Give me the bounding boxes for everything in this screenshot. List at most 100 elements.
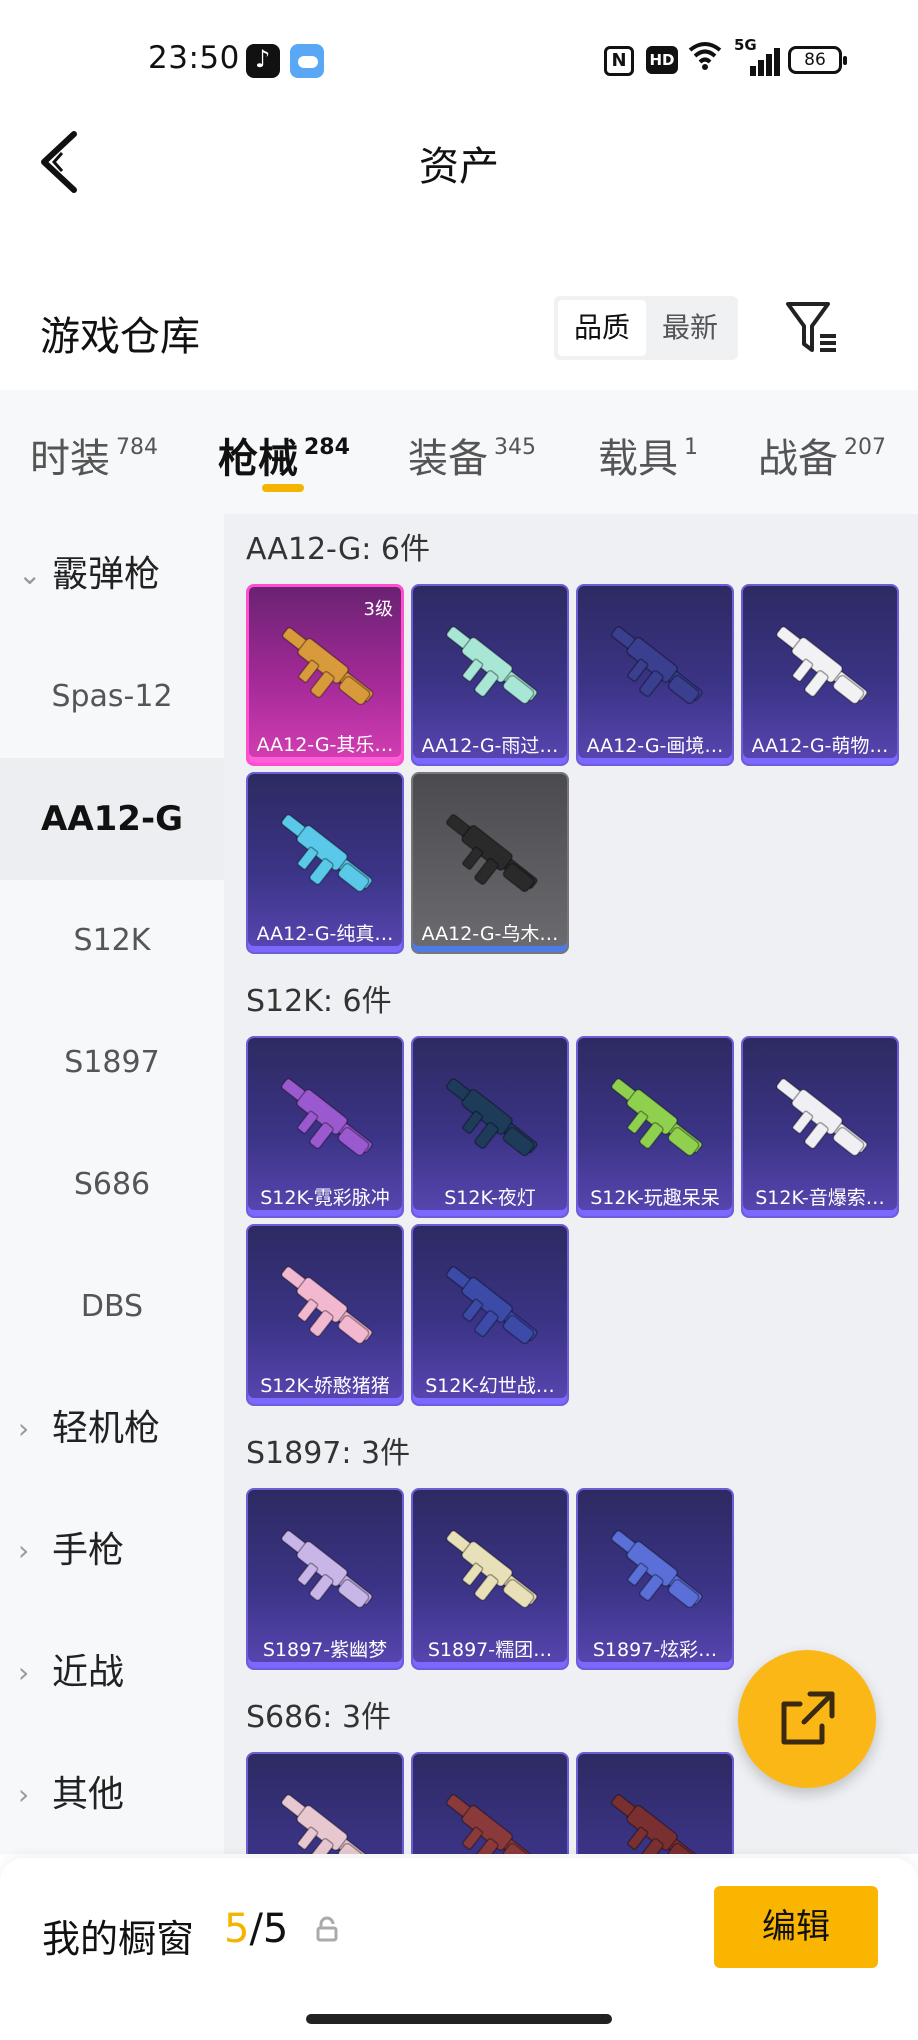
chevron-right-icon: › [18,1778,30,1811]
edit-button[interactable]: 编辑 [714,1886,878,1968]
tab-supplies[interactable]: 战备 207 [758,426,886,484]
gun-image [282,627,374,706]
sidebar-group-melee[interactable]: › 近战 [0,1612,224,1734]
status-time: 23:50 [148,40,240,76]
gun-image [281,1266,373,1345]
skin-card[interactable]: S12K-夜灯 [411,1036,569,1218]
skin-name: S1897-紫幽梦 [262,1639,388,1661]
sidebar: ⌄ 霰弹枪 Spas-12 AA12-G S12K S1897 S686 DBS … [0,514,224,1854]
sidebar-group-label: 近战 [52,1652,125,1693]
sidebar-item-spas12[interactable]: Spas-12 [0,636,224,758]
tab-fashion[interactable]: 时装 784 [30,426,158,484]
share-icon [781,1691,835,1745]
skin-name: S12K-夜灯 [444,1187,536,1209]
sort-toggle: 品质 最新 [554,296,738,360]
skin-card[interactable]: S12K-霓彩脉冲 [246,1036,404,1218]
sidebar-group-shotgun[interactable]: ⌄ 霰弹枪 [0,514,224,636]
sidebar-item-dbs[interactable]: DBS [0,1246,224,1368]
gun-image [611,1530,703,1609]
gun-image [611,1078,703,1157]
skin-name: S12K-霓彩脉冲 [260,1187,390,1209]
share-button[interactable] [738,1650,876,1788]
skin-card[interactable] [246,1752,404,1854]
tab-label: 战备 [758,436,838,482]
skin-name: AA12-G-画境… [586,735,724,757]
gun-image [281,1530,373,1609]
sidebar-group-lmg[interactable]: › 轻机枪 [0,1368,224,1490]
weather-icon [290,44,324,78]
network-type-label: 5G [734,36,757,54]
tab-vehicles[interactable]: 载具 1 [598,426,698,484]
showcase-current: 5 [224,1906,250,1952]
gun-image [446,1794,538,1854]
skin-card[interactable]: S1897-糯团… [411,1488,569,1670]
gun-image [281,1794,373,1854]
chevron-right-icon: › [18,1534,30,1567]
tab-equipment[interactable]: 装备 345 [408,426,536,484]
skin-card[interactable]: S1897-炫彩… [576,1488,734,1670]
sidebar-group-pistol[interactable]: › 手枪 [0,1490,224,1612]
home-indicator [306,2014,612,2024]
skin-name: AA12-G-其乐… [256,734,394,756]
showcase-label: 我的橱窗 [42,1917,195,1961]
gun-image [281,1078,373,1157]
tab-count: 345 [494,435,536,460]
chevron-down-icon: ⌄ [18,558,42,591]
skin-name: AA12-G-萌物… [751,735,889,757]
sort-by-quality[interactable]: 品质 [558,300,646,356]
filter-icon [786,302,836,352]
gun-image [446,1530,538,1609]
skin-card[interactable] [576,1752,734,1854]
tab-count: 1 [684,435,698,460]
gun-image [281,814,373,893]
tab-firearms[interactable]: 枪械 284 [218,426,350,484]
gun-image [446,1078,538,1157]
skin-card[interactable]: AA12-G-萌物… [741,584,899,766]
chevron-right-icon: › [18,1412,30,1445]
section-title: AA12-G: 6件 [246,532,430,567]
gun-image [776,626,868,705]
sidebar-item-s1897[interactable]: S1897 [0,1002,224,1124]
sidebar-item-aa12g[interactable]: AA12-G [0,758,224,880]
skin-card[interactable]: 3级 AA12-G-其乐… [246,584,404,766]
gun-image [446,626,538,705]
gun-image [446,814,538,893]
skin-card[interactable]: AA12-G-雨过… [411,584,569,766]
skin-name: S12K-玩趣呆呆 [590,1187,720,1209]
section-title: S686: 3件 [246,1700,392,1735]
category-tabs: 时装 784 枪械 284 装备 345 载具 1 战备 207 [0,390,918,514]
skin-card[interactable]: S12K-音爆索… [741,1036,899,1218]
skin-name: AA12-G-乌木… [421,923,559,945]
sidebar-group-label: 手枪 [52,1530,125,1571]
skin-card[interactable]: AA12-G-画境… [576,584,734,766]
sidebar-group-label: 霰弹枪 [52,554,161,595]
wifi-icon [688,40,722,78]
skin-card[interactable]: S12K-娇憨猪猪 [246,1224,404,1406]
tab-label: 载具 [598,436,678,482]
sidebar-item-s12k[interactable]: S12K [0,880,224,1002]
tab-label: 时装 [30,436,110,482]
section-title: S12K: 6件 [246,984,392,1019]
skin-name: S12K-娇憨猪猪 [260,1375,390,1397]
skin-card[interactable]: S1897-紫幽梦 [246,1488,404,1670]
gun-image [776,1078,868,1157]
skin-card[interactable]: AA12-G-纯真… [246,772,404,954]
filter-button[interactable] [782,298,842,358]
showcase-count: 5/5 [224,1906,288,1952]
battery-icon: 86 [788,46,847,74]
sidebar-group-other[interactable]: › 其他 [0,1734,224,1854]
tab-label: 枪械 [218,436,298,482]
sidebar-item-s686[interactable]: S686 [0,1124,224,1246]
section-title: S1897: 3件 [246,1436,411,1471]
tab-label: 装备 [408,436,488,482]
sidebar-group-label: 轻机枪 [52,1408,161,1449]
status-bar: 23:50 N HD 5G 86 [0,0,918,120]
sort-by-newest[interactable]: 最新 [646,300,734,356]
skin-card[interactable]: S12K-玩趣呆呆 [576,1036,734,1218]
skin-card[interactable]: S12K-幻世战… [411,1224,569,1406]
skin-card[interactable]: AA12-G-乌木… [411,772,569,954]
tab-count: 207 [844,435,886,460]
skin-name: S1897-糯团… [427,1639,553,1661]
skin-card[interactable] [411,1752,569,1854]
skin-name: S12K-音爆索… [755,1187,885,1209]
